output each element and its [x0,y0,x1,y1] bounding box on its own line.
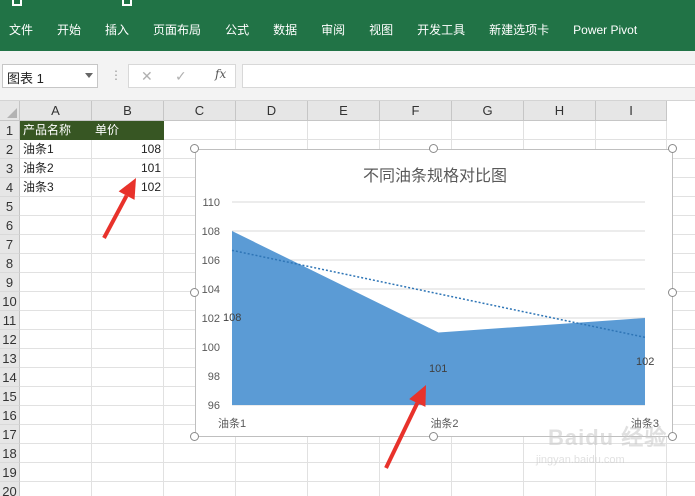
y-tick-label: 100 [202,342,220,354]
row-header[interactable]: 18 [0,444,20,463]
row-header[interactable]: 8 [0,254,20,273]
cell-price[interactable]: 101 [92,159,164,178]
more-dots-icon: ⋮ [110,68,122,82]
grid-line [20,481,695,482]
watermark: Baidu 经验 jingyan.baidu.com [536,410,686,480]
x-category-label: 油条1 [218,416,246,430]
row-header[interactable]: 9 [0,273,20,292]
row-header[interactable]: 3 [0,159,20,178]
column-header[interactable]: D [236,101,308,121]
column-header[interactable]: I [596,101,667,121]
row-header[interactable]: 15 [0,387,20,406]
cell-price[interactable]: 102 [92,178,164,197]
ribbon-tab[interactable]: 页面布局 [141,19,213,41]
column-header[interactable]: E [308,101,380,121]
cell-price[interactable]: 108 [92,140,164,159]
ribbon-tab[interactable]: Power Pivot [561,19,649,41]
y-tick-label: 104 [202,284,220,296]
resize-handle-w[interactable] [190,288,199,297]
column-header[interactable]: F [380,101,452,121]
ribbon-tab[interactable]: 新建选项卡 [477,19,561,41]
row-header[interactable]: 2 [0,140,20,159]
y-tick-label: 98 [208,371,220,383]
row-header[interactable]: 17 [0,425,20,444]
resize-handle-nw[interactable] [190,144,199,153]
resize-handle-ne[interactable] [668,144,677,153]
x-category-label: 油条2 [430,416,458,430]
row-header[interactable]: 7 [0,235,20,254]
column-header[interactable]: A [20,101,92,121]
ribbon-tab[interactable]: 插入 [93,19,141,41]
row-header[interactable]: 20 [0,482,20,496]
cell-product-name[interactable]: 油条3 [20,178,92,197]
check-icon[interactable]: ✓ [175,68,187,85]
row-header[interactable]: 14 [0,368,20,387]
cell-product-name[interactable]: 油条2 [20,159,92,178]
data-label: 101 [429,363,447,375]
cell-product-name[interactable]: 油条1 [20,140,92,159]
y-tick-label: 102 [202,313,220,325]
print-icon[interactable] [122,0,132,6]
save-icon[interactable] [12,0,22,6]
header-cell-price[interactable]: 单价 [92,121,164,140]
row-header[interactable]: 11 [0,311,20,330]
y-tick-label: 96 [208,400,220,412]
ribbon-tabs: 文件 开始 插入 页面布局 公式 数据 审阅 视图 开发工具 新建选项卡 Power Pivot [0,19,649,41]
ribbon-tab[interactable]: 开发工具 [405,19,477,41]
column-header[interactable]: C [164,101,236,121]
cancel-icon[interactable]: ✕ [141,68,153,85]
ribbon-tab[interactable]: 公式 [213,19,261,41]
y-tick-label: 106 [202,255,220,267]
row-header[interactable]: 6 [0,216,20,235]
row-header[interactable]: 10 [0,292,20,311]
name-box-value: 图表 1 [7,71,44,86]
row-header[interactable]: 16 [0,406,20,425]
name-box[interactable]: 图表 1 [2,64,98,88]
chart[interactable]: 不同油条规格对比图 96 98 100 102 104 106 108 110 油条1 油条2 油条… [195,149,673,437]
y-tick-label: 110 [202,197,220,209]
ribbon-tab[interactable]: 视图 [357,19,405,41]
chevron-down-icon[interactable] [85,73,93,78]
formula-buttons: ✕ ✓ fx [128,64,236,88]
formula-input[interactable] [242,64,695,88]
row-header[interactable]: 1 [0,121,20,140]
row-header[interactable]: 12 [0,330,20,349]
ribbon-tab[interactable]: 开始 [45,19,93,41]
select-all-corner[interactable] [0,101,20,121]
watermark-url: jingyan.baidu.com [536,454,625,466]
y-tick-label: 108 [202,226,220,238]
resize-handle-s[interactable] [429,432,438,441]
column-header[interactable]: H [524,101,596,121]
resize-handle-n[interactable] [429,144,438,153]
ribbon-tab[interactable]: 数据 [261,19,309,41]
ribbon-tab[interactable]: 文件 [0,19,45,41]
row-header[interactable]: 4 [0,178,20,197]
row-header[interactable]: 19 [0,463,20,482]
ribbon-tab[interactable]: 审阅 [309,19,357,41]
data-label: 108 [223,312,241,324]
insert-function-icon[interactable]: fx [215,67,226,81]
watermark-text: Baidu 经验 [548,425,668,450]
ribbon: 文件 开始 插入 页面布局 公式 数据 审阅 视图 开发工具 新建选项卡 Power Pivot [0,0,695,51]
data-label: 102 [636,356,654,368]
row-header[interactable]: 5 [0,197,20,216]
resize-handle-sw[interactable] [190,432,199,441]
formula-bar: 图表 1 ⋮ ✕ ✓ fx [0,51,695,101]
column-header[interactable]: B [92,101,164,121]
resize-handle-e[interactable] [668,288,677,297]
header-cell-product-name[interactable]: 产品名称 [20,121,92,140]
chart-plot[interactable]: 9698100102104106108110油条1 油条2 油条3108101102 [196,150,674,438]
row-header[interactable]: 13 [0,349,20,368]
quick-access-toolbar [0,0,695,10]
column-header[interactable]: G [452,101,524,121]
